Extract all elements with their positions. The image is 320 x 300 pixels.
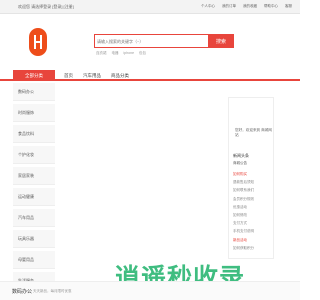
news-item[interactable]: 退款售后须知	[233, 178, 271, 186]
hot-words: 连衣裙 电器 iphone 包包	[96, 51, 146, 56]
news-subheading: 商城公告	[233, 161, 247, 165]
news-item[interactable]: 支付方式	[233, 219, 271, 227]
welcome-panel-text: 您好，欢迎来到 商城网站	[235, 128, 272, 137]
sidebar-item[interactable]: 汽车用品	[13, 209, 55, 227]
news-item[interactable]: 会员积分规则	[233, 195, 271, 203]
floor-tagline: 天天新品，每月限时优惠	[33, 289, 72, 293]
main-nav: 全部分类 首页 汽车用品 商品分类	[0, 70, 300, 81]
news-item[interactable]: 新品活动	[233, 236, 271, 244]
search-box: 搜索	[94, 34, 234, 48]
sidebar-item[interactable]: 运动健康	[13, 188, 55, 206]
hot-word[interactable]: 电器	[112, 51, 119, 56]
hot-word[interactable]: iphone	[124, 51, 135, 56]
nav-link-home[interactable]: 首页	[64, 73, 73, 79]
site-logo[interactable]	[29, 28, 47, 56]
search-button[interactable]: 搜索	[208, 34, 234, 48]
top-link-favorites[interactable]: 我的收藏	[243, 4, 257, 9]
nav-links: 首页 汽车用品 商品分类	[64, 73, 129, 79]
hot-word[interactable]: 包包	[139, 51, 146, 56]
news-item[interactable]: 如何修改	[233, 211, 271, 219]
sidebar-item[interactable]: 玩具乐器	[13, 230, 55, 248]
floor-title[interactable]: 数码办公	[12, 288, 32, 295]
news-item[interactable]: 如何购买	[233, 170, 271, 178]
sidebar-item[interactable]: 家居家装	[13, 167, 55, 185]
sidebar-item[interactable]: 时尚服饰	[13, 104, 55, 122]
news-item[interactable]: 如何获取积分	[233, 244, 271, 252]
sidebar-item[interactable]: 食品饮料	[13, 125, 55, 143]
sidebar-item[interactable]: 个护化妆	[13, 146, 55, 164]
news-heading: 新闻头条	[233, 153, 249, 158]
top-link-help[interactable]: 帮助中心	[264, 4, 278, 9]
logo-icon	[34, 35, 42, 49]
welcome-text: 欢迎您 请选择登录 [登录] [注册]	[18, 4, 74, 9]
sidebar-item[interactable]: 母婴用品	[13, 251, 55, 269]
sidebar-item[interactable]: 数码办公	[13, 83, 55, 101]
floor-header: 数码办公 天天新品，每月限时优惠	[0, 281, 300, 300]
news-item[interactable]: 手机支付说明	[233, 227, 271, 235]
news-item[interactable]: 如何联系我们	[233, 186, 271, 194]
top-link-user-center[interactable]: 个人中心	[201, 4, 215, 9]
top-links: 个人中心 我的订单 我的收藏 帮助中心 客服	[201, 4, 292, 9]
top-link-orders[interactable]: 我的订单	[222, 4, 236, 9]
right-info-panel: 您好，欢迎来到 商城网站 新闻头条 商城公告 如何购买 退款售后须知 如何联系我…	[228, 97, 274, 259]
all-categories-button[interactable]: 全部分类	[13, 70, 55, 81]
hot-word[interactable]: 连衣裙	[96, 51, 107, 56]
search-input[interactable]	[97, 37, 209, 46]
nav-link-categories[interactable]: 商品分类	[111, 73, 129, 79]
category-sidebar: 数码办公 时尚服饰 食品饮料 个护化妆 家居家装 运动健康 汽车用品 玩具乐器 …	[13, 83, 55, 293]
top-bar: 欢迎您 请选择登录 [登录] [注册] 个人中心 我的订单 我的收藏 帮助中心 …	[0, 0, 300, 14]
nav-link-auto[interactable]: 汽车用品	[83, 73, 101, 79]
news-block: 新闻头条 商城公告 如何购买 退款售后须知 如何联系我们 会员积分规则 优惠活动…	[233, 153, 271, 252]
news-list: 如何购买 退款售后须知 如何联系我们 会员积分规则 优惠活动 如何修改 支付方式…	[233, 170, 271, 252]
news-item[interactable]: 优惠活动	[233, 203, 271, 211]
top-link-service[interactable]: 客服	[285, 4, 292, 9]
